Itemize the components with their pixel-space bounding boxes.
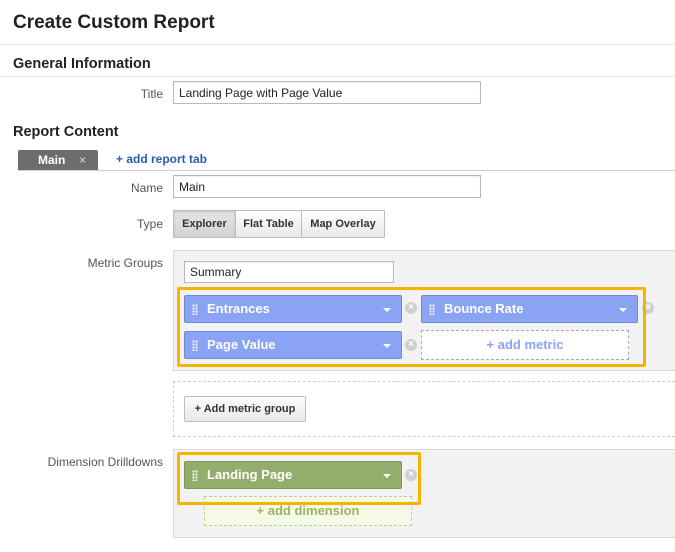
type-option-map-overlay[interactable]: Map Overlay bbox=[301, 210, 385, 238]
title-label: Title bbox=[140, 87, 163, 101]
metric-groups-label: Metric Groups bbox=[87, 256, 163, 270]
divider bbox=[0, 76, 675, 77]
title-input[interactable] bbox=[173, 81, 481, 104]
name-label: Name bbox=[130, 181, 163, 195]
dimension-drilldowns-label: Dimension Drilldowns bbox=[47, 455, 163, 469]
metrics-highlight-box bbox=[177, 287, 646, 367]
dimension-highlight-box bbox=[177, 452, 421, 505]
general-section-title: General Information bbox=[13, 56, 151, 72]
tab-main[interactable]: Main × bbox=[18, 150, 98, 170]
type-option-explorer[interactable]: Explorer bbox=[173, 210, 236, 238]
tab-main-label: Main bbox=[38, 153, 66, 167]
add-report-tab-link[interactable]: + add report tab bbox=[116, 152, 207, 166]
add-metric-group-button[interactable]: + Add metric group bbox=[184, 396, 306, 422]
metric-group-name-input[interactable] bbox=[184, 261, 394, 283]
name-input[interactable] bbox=[173, 175, 481, 198]
close-tab-icon[interactable]: × bbox=[79, 150, 86, 170]
page-title: Create Custom Report bbox=[13, 12, 215, 33]
report-content-section-title: Report Content bbox=[13, 124, 119, 140]
type-option-flat-table[interactable]: Flat Table bbox=[235, 210, 302, 238]
tab-divider bbox=[18, 170, 675, 171]
divider bbox=[0, 44, 675, 45]
type-label: Type bbox=[136, 217, 163, 231]
